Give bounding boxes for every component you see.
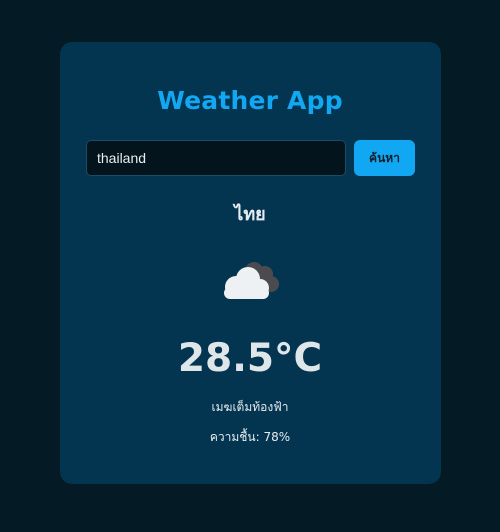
cloud-icon	[224, 262, 279, 299]
search-input[interactable]	[86, 140, 346, 176]
humidity: ความชื้น: 78%	[0, 428, 500, 447]
temperature: 28.5°C	[177, 336, 323, 381]
search-button[interactable]: ค้นหา	[354, 140, 415, 176]
weather-description: เมฆเต็มท้องฟ้า	[211, 400, 289, 414]
humidity-value: 78%	[263, 430, 291, 444]
app-title: Weather App	[157, 86, 343, 115]
humidity-label: ความชื้น:	[209, 430, 260, 444]
location-name: ไทย	[234, 204, 266, 225]
